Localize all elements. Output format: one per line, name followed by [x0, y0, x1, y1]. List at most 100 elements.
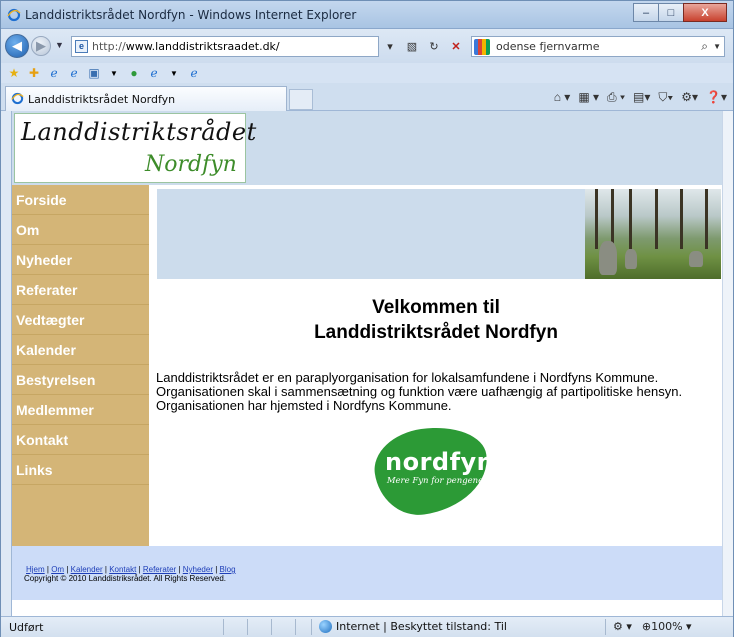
- search-options-dropdown-icon[interactable]: ▼: [713, 42, 721, 51]
- intro-paragraph: Organisationen skal i sammensætning og f…: [156, 384, 683, 399]
- back-button[interactable]: ◀: [5, 34, 29, 58]
- main-content: Velkommen til Landdistriktsrådet Nordfyn…: [149, 185, 722, 546]
- search-box[interactable]: odense fjernvarme ⌕ ▼: [471, 36, 725, 57]
- print-icon[interactable]: ⎙ ▾: [607, 89, 625, 105]
- zoom-level: 100%: [651, 620, 683, 633]
- tab-landdistriktsraadet[interactable]: Landdistriktsrådet Nordfyn: [5, 86, 287, 111]
- browser-window: Landdistriktsrådet Nordfyn - Windows Int…: [0, 0, 734, 637]
- menu-item-om[interactable]: Om: [12, 215, 149, 245]
- tab-bar: Landdistriktsrådet Nordfyn ⌂ ▾ ▦ ▾ ⎙ ▾ ▤…: [1, 83, 733, 111]
- site-header: Landdistriktsrådet Nordfyn: [12, 111, 722, 185]
- logo-title: Landdistriktsrådet: [21, 118, 257, 146]
- menu-item-vedtaegter[interactable]: Vedtægter: [12, 305, 149, 335]
- back-arrow-icon: ◀: [12, 38, 22, 53]
- menu-item-kontakt[interactable]: Kontakt: [12, 425, 149, 455]
- ie-logo-icon: [7, 8, 21, 22]
- status-text: Udført: [9, 621, 44, 634]
- internet-globe-icon: [319, 620, 332, 633]
- favorite-site-icon[interactable]: ℯ: [67, 66, 81, 80]
- heading-line-1: Velkommen til: [372, 297, 500, 318]
- intro-text: Landdistriktsrådet er en paraplyorganisa…: [156, 371, 721, 413]
- safety-menu-icon[interactable]: ⛉▾: [658, 89, 673, 105]
- address-tools: ▾ ▧ ↻ ✕: [381, 37, 465, 56]
- page-menu-icon[interactable]: ▤▾: [633, 89, 650, 105]
- site-logo[interactable]: Landdistriktsrådet Nordfyn: [14, 113, 256, 183]
- favorites-star-icon[interactable]: ★: [7, 66, 21, 80]
- zoom-control[interactable]: ⊕100% ▾: [642, 620, 692, 633]
- nordfyn-logo[interactable]: nordfyn Mere Fyn for pengene: [369, 420, 495, 521]
- url-prefix: http://: [92, 40, 126, 53]
- tab-label: Landdistriktsrådet Nordfyn: [28, 93, 176, 106]
- forward-arrow-icon: ▶: [36, 38, 46, 53]
- search-icon[interactable]: ⌕: [701, 39, 708, 54]
- favorites-bar: ★ ✚ ℯ ℯ ▣ ▼ ● ℯ ▼ ℯ: [1, 63, 733, 83]
- favorite-site-icon[interactable]: ℯ: [187, 66, 201, 80]
- favorite-dropdown-icon[interactable]: ▼: [107, 66, 121, 80]
- menu-item-nyheder[interactable]: Nyheder: [12, 245, 149, 275]
- footer-link-kontakt[interactable]: Kontakt: [109, 565, 136, 574]
- favorite-site-icon[interactable]: ℯ: [147, 66, 161, 80]
- navigation-bar: ◀ ▶ ▼ e http://www.landdistriktsraadet.d…: [1, 29, 733, 63]
- title-bar: Landdistriktsrådet Nordfyn - Windows Int…: [1, 1, 733, 29]
- footer-link-kalender[interactable]: Kalender: [71, 565, 103, 574]
- stop-icon[interactable]: ✕: [447, 37, 465, 56]
- intro-paragraph: Landdistriktsrådet er en paraplyorganisa…: [156, 370, 659, 385]
- logo-subtitle: Nordfyn: [145, 152, 237, 177]
- status-bar: Udført Internet | Beskyttet tilstand: Ti…: [1, 616, 733, 637]
- address-dropdown-icon[interactable]: ▾: [381, 37, 399, 56]
- footer-link-om[interactable]: Om: [51, 565, 64, 574]
- tools-menu-icon[interactable]: ⚙▾: [681, 89, 698, 105]
- footer-link-nyheder[interactable]: Nyheder: [183, 565, 213, 574]
- feeds-icon[interactable]: ▦ ▾: [578, 89, 599, 105]
- menu-item-links[interactable]: Links: [12, 455, 149, 485]
- favorite-dropdown-icon[interactable]: ▼: [167, 66, 181, 80]
- command-bar: ⌂ ▾ ▦ ▾ ⎙ ▾ ▤▾ ⛉▾ ⚙▾ ❓▾: [554, 89, 727, 105]
- intro-paragraph: Organisationen har hjemsted i Nordfyns K…: [156, 398, 452, 413]
- page-heading: Velkommen til Landdistriktsrådet Nordfyn: [149, 295, 722, 345]
- nordfyn-logo-name: nordfyn: [385, 448, 495, 476]
- new-tab-button[interactable]: [289, 89, 313, 110]
- refresh-icon[interactable]: ↻: [425, 37, 443, 56]
- address-bar[interactable]: e http://www.landdistriktsraadet.dk/: [71, 36, 379, 57]
- web-slice-icon[interactable]: ▣: [87, 66, 101, 80]
- nordfyn-logo-tagline: Mere Fyn for pengene: [386, 476, 484, 486]
- menu-item-referater[interactable]: Referater: [12, 275, 149, 305]
- menu-item-medlemmer[interactable]: Medlemmer: [12, 395, 149, 425]
- menu-item-kalender[interactable]: Kalender: [12, 335, 149, 365]
- address-url[interactable]: http://www.landdistriktsraadet.dk/: [92, 40, 280, 53]
- heading-line-2: Landdistriktsrådet Nordfyn: [314, 322, 558, 343]
- menu-item-forside[interactable]: Forside: [12, 185, 149, 215]
- addon-icon[interactable]: ●: [127, 66, 141, 80]
- banner: [157, 189, 721, 279]
- protected-mode-icon[interactable]: ⚙ ▾: [613, 620, 632, 633]
- search-input[interactable]: odense fjernvarme: [496, 40, 600, 53]
- minimize-button[interactable]: –: [633, 3, 659, 22]
- security-zone[interactable]: Internet | Beskyttet tilstand: Til: [319, 620, 507, 633]
- maximize-button[interactable]: □: [658, 3, 684, 22]
- status-right: ⚙ ▾ ⊕100% ▾: [613, 620, 692, 633]
- add-favorite-icon[interactable]: ✚: [27, 66, 41, 80]
- recent-pages-dropdown-icon[interactable]: ▼: [55, 40, 64, 50]
- footer-link-referater[interactable]: Referater: [143, 565, 176, 574]
- footer-link-blog[interactable]: Blog: [220, 565, 236, 574]
- google-search-provider-icon: [474, 39, 490, 55]
- home-icon[interactable]: ⌂ ▾: [554, 89, 571, 105]
- favorite-site-icon[interactable]: ℯ: [47, 66, 61, 80]
- ie-page-icon: [11, 92, 24, 105]
- footer-copyright: Copyright © 2010 Landdistriksrådet. All …: [24, 574, 226, 583]
- landscape-photo: [585, 189, 721, 279]
- forward-button[interactable]: ▶: [31, 36, 51, 56]
- zoom-icon: ⊕: [641, 620, 652, 633]
- security-zone-label: Internet | Beskyttet tilstand: Til: [336, 620, 507, 633]
- sidebar-menu: Forside Om Nyheder Referater Vedtægter K…: [12, 185, 149, 546]
- window-title: Landdistriktsrådet Nordfyn - Windows Int…: [25, 8, 357, 22]
- site-footer: Hjem | Om | Kalender | Kontakt | Referat…: [12, 546, 722, 600]
- vertical-scrollbar[interactable]: [722, 111, 733, 616]
- close-button[interactable]: X: [683, 3, 727, 22]
- footer-link-hjem[interactable]: Hjem: [26, 565, 45, 574]
- menu-item-bestyrelsen[interactable]: Bestyrelsen: [12, 365, 149, 395]
- window-controls: – □ X: [633, 3, 727, 23]
- footer-links: Hjem | Om | Kalender | Kontakt | Referat…: [26, 565, 236, 574]
- compatibility-view-icon[interactable]: ▧: [403, 37, 421, 56]
- help-icon[interactable]: ❓▾: [706, 89, 727, 105]
